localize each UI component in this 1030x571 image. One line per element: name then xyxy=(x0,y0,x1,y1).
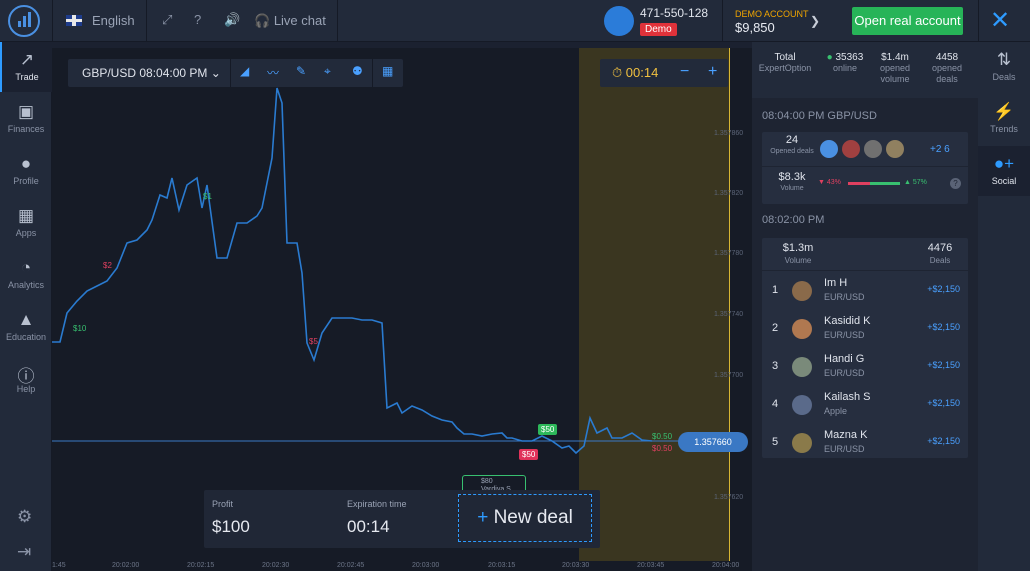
nav-deals[interactable]: ⇅ Deals xyxy=(978,42,1030,92)
more-users-count[interactable]: +2 6 xyxy=(930,144,950,155)
x-axis: 1:45 20:02:00 20:02:15 20:02:30 20:02:45… xyxy=(52,561,752,571)
expiration-timer: ⏱ 00:14 − + xyxy=(600,59,728,87)
sentiment-bar xyxy=(848,182,900,185)
deal-up-badge[interactable]: $50 xyxy=(538,424,558,435)
price-series-line xyxy=(52,87,653,455)
nav-trade[interactable]: ↗ Trade xyxy=(0,42,52,92)
y-tick: 1.357740 xyxy=(714,311,744,318)
sort-icon: ⇅ xyxy=(996,50,1012,69)
trade-marker[interactable]: $1 xyxy=(200,191,215,202)
trade-marker[interactable]: $2 xyxy=(100,260,115,271)
sound-icon[interactable]: 🔊 xyxy=(224,12,240,28)
down-sentiment: ▼ 43% xyxy=(818,179,841,186)
leaderboard-row[interactable]: 1 Im H EUR/USD +$2,150 xyxy=(762,272,968,310)
current-price-tag: 1.357660 xyxy=(678,432,748,452)
help-icon[interactable]: ? xyxy=(194,12,201,27)
avatar xyxy=(792,319,812,339)
y-tick: 1.357620 xyxy=(714,494,744,501)
expiration-label: Expiration time xyxy=(347,499,407,509)
minus-button[interactable]: − xyxy=(680,63,689,81)
account-balance[interactable]: $9,850 xyxy=(735,20,775,35)
wallet-icon: ▣ xyxy=(17,102,35,121)
logo-icon[interactable] xyxy=(8,5,40,37)
leaderboard-row[interactable]: 3 Handi G EUR/USD +$2,150 xyxy=(762,348,968,386)
chart-toolbar: GBP/USD 08:04:00 PM ⌄ ◢ 〰 ✎ ⌖ ⚉ ▦ xyxy=(68,59,403,87)
help-icon[interactable]: ? xyxy=(950,178,961,189)
uk-flag-icon xyxy=(66,15,82,26)
social-panel: Total ExpertOption ● 35363 online $1.4m ope… xyxy=(752,42,978,571)
expiration-value[interactable]: 00:14 xyxy=(347,517,390,537)
trend-icon: ↗ xyxy=(19,50,35,69)
nav-social[interactable]: ●+ Social xyxy=(978,146,1030,196)
y-tick: 1.357700 xyxy=(714,372,744,379)
leaderboard-row[interactable]: 4 Kailash S Apple +$2,150 xyxy=(762,386,968,424)
y-tick: 1.357820 xyxy=(714,190,744,197)
draw-icon[interactable]: ✎ xyxy=(296,64,306,78)
timer-value[interactable]: ⏱ 00:14 xyxy=(612,65,658,81)
nav-analytics[interactable]: ◔ Analytics xyxy=(0,250,52,300)
bolt-icon: ⚡ xyxy=(993,102,1015,121)
y-tick: 1.357860 xyxy=(714,130,744,137)
plus-button[interactable]: + xyxy=(708,63,717,81)
logout-icon[interactable]: ⇥ xyxy=(17,542,31,562)
profit-label: Profit xyxy=(212,499,234,509)
chart-svg xyxy=(52,87,732,455)
avatar xyxy=(792,357,812,377)
gear-icon[interactable]: ⚙ xyxy=(17,507,32,527)
asset-selector[interactable]: GBP/USD 08:04:00 PM ⌄ xyxy=(82,66,221,80)
deal-down-badge[interactable]: $50 xyxy=(519,449,539,460)
chevron-down-icon: ⌄ xyxy=(210,66,221,80)
new-deal-button[interactable]: + New deal xyxy=(458,494,592,542)
profit-value[interactable]: $100 xyxy=(212,517,250,537)
account-number: 471-550-128 xyxy=(640,6,709,20)
y-tick: 1.357780 xyxy=(714,250,744,257)
info-icon: ⓘ xyxy=(17,367,35,386)
live-chat-link[interactable]: 🎧 Live chat xyxy=(254,13,326,29)
trade-marker[interactable]: $5 xyxy=(306,336,321,347)
left-sidebar: ↗ Trade ▣ Finances ● Profile ▦ Apps ◔ Analyti… xyxy=(0,42,52,571)
open-real-account-button[interactable]: Open real account xyxy=(852,7,963,35)
chart-type-icon[interactable]: ◢ xyxy=(240,64,249,78)
top-bar: English ⤢ ? 🔊 🎧 Live chat 471-550-128 De… xyxy=(0,0,1030,42)
nav-profile[interactable]: ● Profile xyxy=(0,146,52,196)
trade-marker[interactable]: $10 xyxy=(70,323,89,334)
nav-apps[interactable]: ▦ Apps xyxy=(0,198,52,248)
demo-badge: Demo xyxy=(640,23,677,36)
put-payout-label: $0.50 xyxy=(652,444,673,453)
layout-icon[interactable]: ▦ xyxy=(382,64,393,78)
graduation-icon: ▲ xyxy=(17,310,35,329)
nav-education[interactable]: ▲ Education xyxy=(0,302,52,352)
close-icon[interactable]: ✕ xyxy=(990,6,1010,35)
leaderboard-row[interactable]: 2 Kasidid K EUR/USD +$2,150 xyxy=(762,310,968,348)
fullscreen-icon[interactable]: ⤢ xyxy=(162,12,172,28)
pie-icon: ◔ xyxy=(20,258,32,277)
price-chart[interactable]: 1.357860 1.357820 1.357780 1.357740 1.35… xyxy=(52,48,752,561)
user-icon: ● xyxy=(20,154,32,173)
leaderboard-card: $1.3m Volume 4476 Deals 1 Im H EUR/USD +$2,15… xyxy=(762,238,968,458)
current-deals-card: 24 Opened deals +2 6 $8.3k Volume ▼ 43% ▲ … xyxy=(762,132,968,204)
section-title: 08:04:00 PM GBP/USD xyxy=(762,110,877,122)
account-type-label: DEMO ACCOUNT xyxy=(735,9,809,19)
add-user-icon[interactable]: ⚉ xyxy=(352,64,363,78)
global-stats: Total ExpertOption ● 35363 online $1.4m ope… xyxy=(752,42,978,98)
avatar xyxy=(792,281,812,301)
section-title: 08:02:00 PM xyxy=(762,214,825,226)
nav-help[interactable]: ⓘ Help xyxy=(0,354,52,404)
avatar xyxy=(792,433,812,453)
crosshair-icon[interactable]: ⌖ xyxy=(324,64,331,79)
right-sidebar: ⇅ Deals ⚡ Trends ●+ Social xyxy=(978,42,1030,571)
nav-trends[interactable]: ⚡ Trends xyxy=(978,94,1030,144)
add-user-icon: ●+ xyxy=(993,154,1015,173)
call-payout-label: $0.50 xyxy=(652,432,673,441)
chevron-down-icon[interactable]: ❯ xyxy=(810,14,820,28)
avatar[interactable] xyxy=(604,6,634,36)
deal-panel: Profit $100 Expiration time 00:14 + New … xyxy=(204,490,600,548)
language-selector[interactable]: English xyxy=(66,13,135,28)
up-sentiment: ▲ 57% xyxy=(904,179,927,186)
avatar xyxy=(792,395,812,415)
nav-finances[interactable]: ▣ Finances xyxy=(0,94,52,144)
grid-icon: ▦ xyxy=(17,206,35,225)
indicators-icon[interactable]: 〰 xyxy=(267,64,279,81)
leaderboard-row[interactable]: 5 Mazna K EUR/USD +$2,150 xyxy=(762,424,968,462)
